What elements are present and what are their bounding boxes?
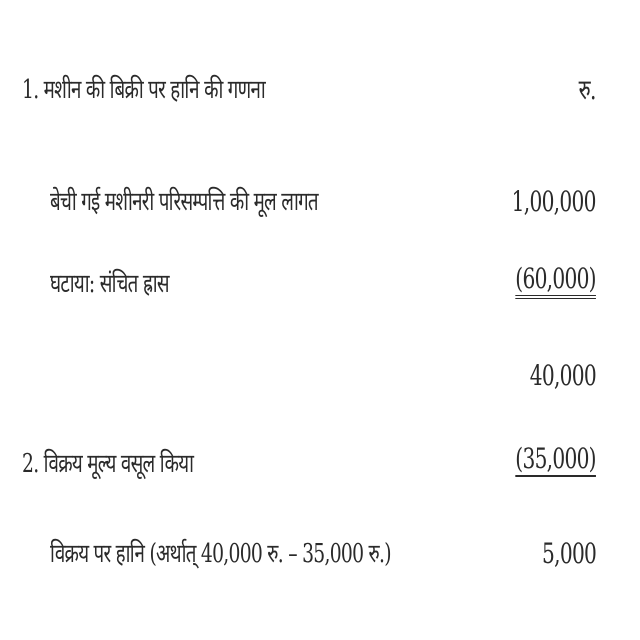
loss-label: विक्रय पर हानि (अर्थात् 40,000 रु. – 35,… [50, 539, 392, 569]
sale-value-row: 2. विक्रय मूल्य वसूल किया (35,000) [0, 440, 640, 488]
depreciation-amount: (60,000) [515, 262, 597, 299]
sale-value-amount: (35,000) [515, 442, 597, 477]
currency-header: रु. [578, 73, 597, 106]
book-value-amount: 40,000 [529, 359, 597, 392]
section-2-heading: 2. विक्रय मूल्य वसूल किया [22, 449, 194, 479]
loss-amount: 5,000 [541, 537, 597, 570]
heading-row: 1. मशीन की बिक्री पर हानि की गणना रु. [0, 66, 640, 114]
original-cost-label: बेची गई मशीनरी परिसम्पत्ति की मूल लागत [50, 187, 319, 217]
original-cost-row: बेची गई मशीनरी परिसम्पत्ति की मूल लागत 1… [0, 178, 640, 226]
loss-row: विक्रय पर हानि (अर्थात् 40,000 रु. – 35,… [0, 530, 640, 578]
depreciation-row: घटाया: संचित ह्रास (60,000) [0, 260, 640, 308]
section-1-heading: 1. मशीन की बिक्री पर हानि की गणना [22, 75, 266, 105]
loss-on-sale-calculation: 1. मशीन की बिक्री पर हानि की गणना रु. बे… [0, 0, 640, 640]
book-value-row: 40,000 [0, 352, 640, 400]
original-cost-amount: 1,00,000 [511, 185, 597, 218]
depreciation-label: घटाया: संचित ह्रास [50, 269, 170, 299]
